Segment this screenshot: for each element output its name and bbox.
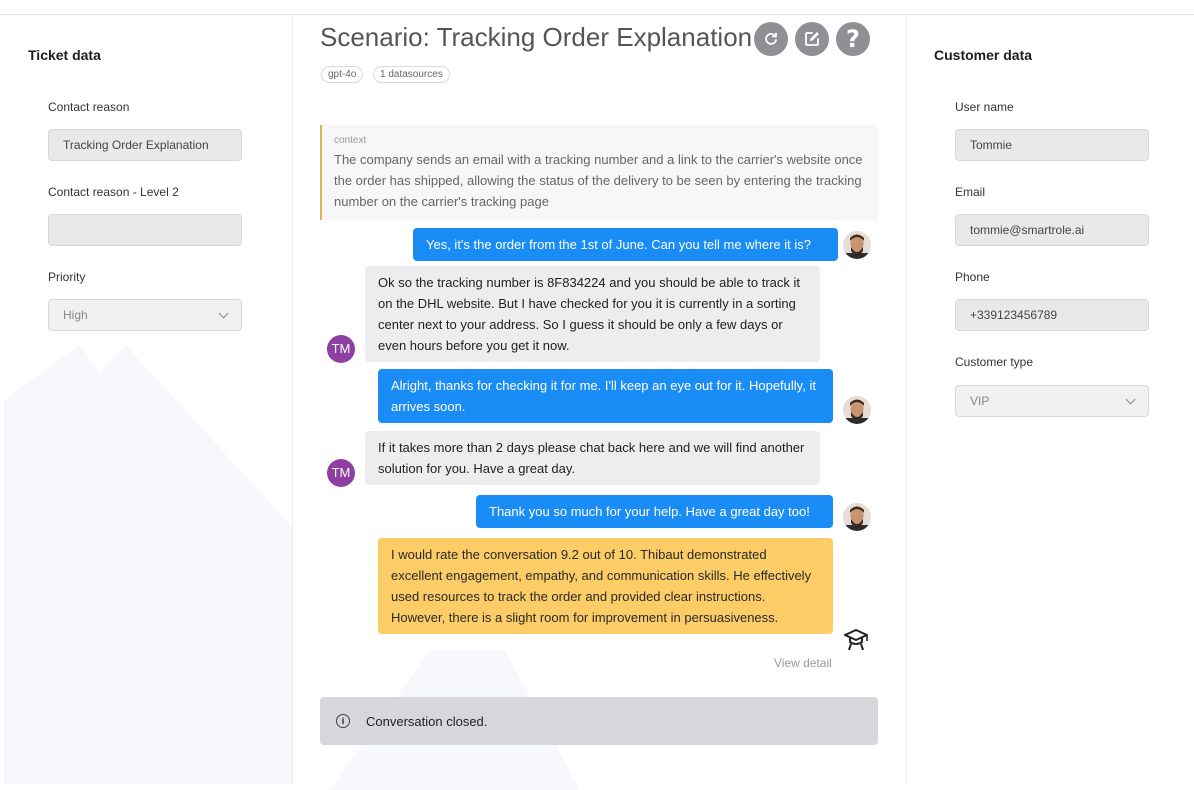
chevron-down-icon (1125, 394, 1136, 405)
help-icon: ? (846, 25, 860, 53)
context-text: The company sends an email with a tracki… (334, 152, 863, 209)
view-detail-link[interactable]: View detail (774, 656, 832, 670)
priority-label: Priority (48, 270, 86, 284)
email-field[interactable]: tommie@smartrole.ai (955, 214, 1149, 246)
contact-reason-label: Contact reason (48, 100, 130, 114)
contact-reason-field[interactable]: Tracking Order Explanation (48, 129, 242, 161)
context-box: context The company sends an email with … (320, 125, 878, 220)
agent-avatar: TM (327, 335, 355, 363)
refresh-icon (765, 32, 777, 45)
ticket-data-panel: Ticket data Contact reason Tracking Orde… (0, 15, 293, 784)
chevron-down-icon (218, 308, 229, 319)
conversation-closed-banner: i Conversation closed. (320, 697, 878, 745)
user-face-icon (843, 503, 871, 531)
context-label: context (334, 135, 367, 146)
email-label: Email (955, 185, 986, 199)
contact-reason-l2-field[interactable] (48, 214, 242, 246)
priority-select[interactable]: High (48, 299, 242, 331)
agent-message: If it takes more than 2 days please chat… (365, 431, 820, 485)
edit-button[interactable] (795, 22, 829, 56)
customer-type-value: VIP (970, 394, 990, 408)
user-face-icon (843, 231, 871, 259)
priority-value: High (63, 308, 88, 322)
conversation-closed-text: Conversation closed. (366, 713, 488, 729)
user-message: Thank you so much for your help. Have a … (476, 495, 833, 528)
customer-type-label: Customer type (955, 355, 1034, 369)
customer-data-title: Customer data (934, 47, 1033, 63)
customer-data-panel: Customer data User name Tommie Email tom… (906, 15, 1194, 784)
graduation-cap-icon (844, 629, 868, 651)
phone-label: Phone (955, 270, 990, 284)
background-decoration (4, 345, 292, 784)
info-icon: i (336, 714, 350, 728)
user-face-icon (843, 396, 871, 424)
feedback-message: I would rate the conversation 9.2 out of… (378, 538, 833, 634)
username-field[interactable]: Tommie (955, 129, 1149, 161)
username-label: User name (955, 100, 1014, 114)
edit-icon (805, 32, 819, 46)
agent-message: Ok so the tracking number is 8F834224 an… (365, 266, 820, 362)
user-message: Yes, it's the order from the 1st of June… (413, 228, 838, 261)
datasources-tag[interactable]: 1 datasources (373, 66, 450, 83)
help-button[interactable]: ? (836, 22, 870, 56)
ticket-data-title: Ticket data (28, 47, 101, 63)
refresh-button[interactable] (754, 22, 788, 56)
scenario-title: Scenario: Tracking Order Explanation (320, 22, 753, 52)
phone-field[interactable]: +339123456789 (955, 299, 1149, 331)
user-avatar (843, 503, 871, 531)
user-message: Alright, thanks for checking it for me. … (378, 369, 833, 423)
user-avatar (843, 231, 871, 259)
user-avatar (843, 396, 871, 424)
contact-reason-l2-label: Contact reason - Level 2 (48, 185, 179, 199)
customer-type-select[interactable]: VIP (955, 385, 1149, 417)
agent-avatar: TM (327, 459, 355, 487)
model-tag: gpt-4o (321, 66, 364, 83)
